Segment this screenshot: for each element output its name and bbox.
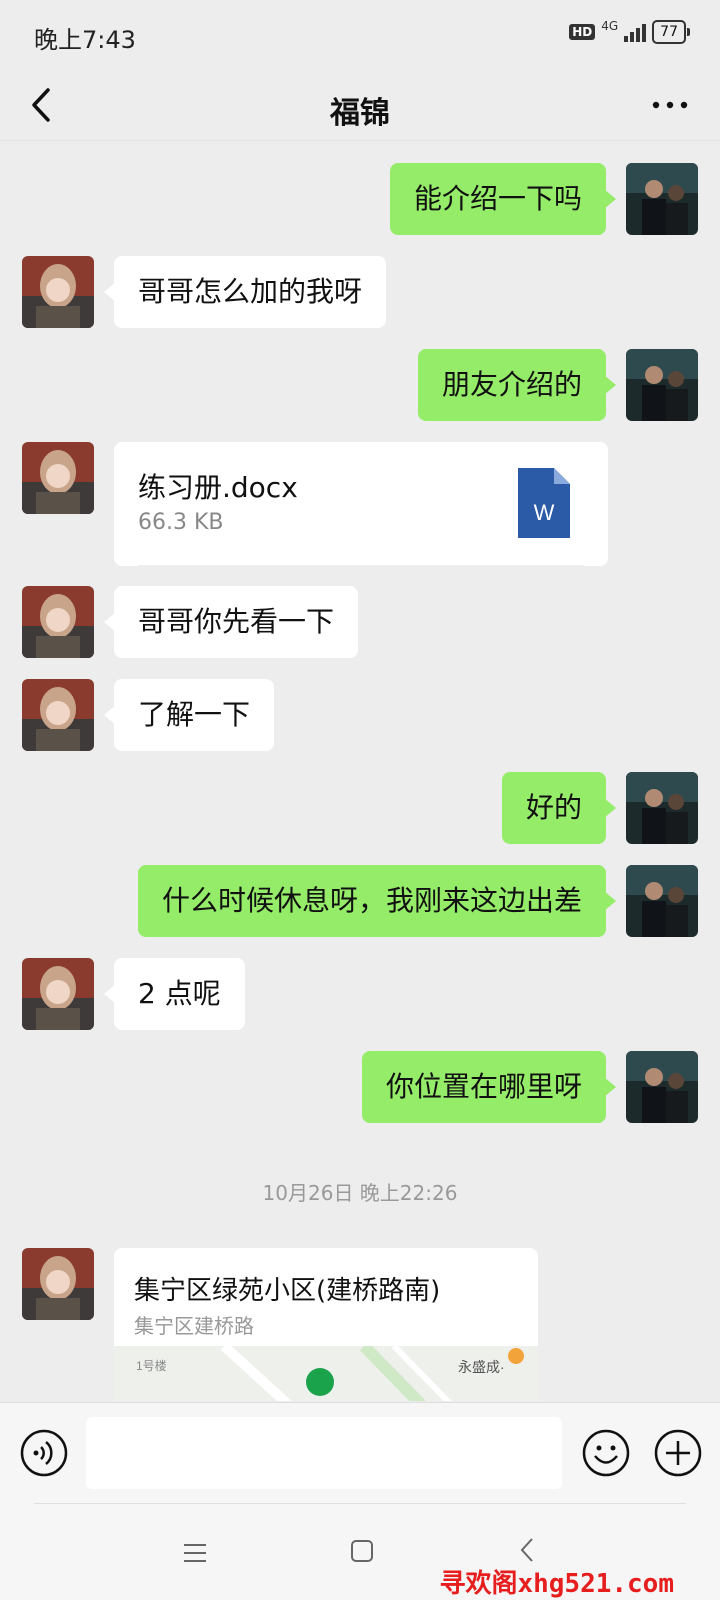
input-bar [0,1402,720,1503]
contact-avatar[interactable] [22,256,94,328]
location-address: 集宁区建桥路 [134,1314,254,1338]
contact-avatar[interactable] [22,586,94,658]
word-doc-icon: W [518,468,570,538]
message-timestamp: 10月26日 晚上22:26 [262,1181,458,1205]
svg-text:W: W [534,500,555,525]
location-map: 1号楼 永盛成· [114,1346,538,1401]
message-bubble[interactable]: 了解一下 [103,679,275,751]
message-row: 什么时候休息呀，我刚来这边出差 [0,865,720,937]
my-avatar[interactable] [626,772,698,844]
battery-level: 77 [660,24,678,40]
message-row: 哥哥你先看一下 [0,586,720,658]
home-square-icon[interactable] [350,1539,374,1563]
contact-avatar[interactable] [22,1248,94,1320]
message-bubble[interactable]: 能介绍一下吗 [389,163,617,235]
status-icons: HD 4G 77 [569,19,690,44]
message-input[interactable] [86,1417,562,1489]
battery-icon: 77 [652,20,690,44]
message-row: 能介绍一下吗 [0,163,720,235]
message-row: 你位置在哪里呀 [0,1051,720,1123]
message-row: 好的 [0,772,720,844]
message-bubble[interactable]: 哥哥怎么加的我呀 [103,256,387,328]
contact-avatar[interactable] [22,679,94,751]
chat-area[interactable]: 能介绍一下吗 哥哥怎么加的我呀 朋友介绍的 练习册.docx 66.3 KB W… [0,141,720,1401]
my-avatar[interactable] [626,163,698,235]
plus-circle-icon[interactable] [654,1429,702,1477]
signal-icon [624,22,647,42]
my-avatar[interactable] [626,349,698,421]
location-name: 集宁区绿苑小区(建桥路南) [134,1276,441,1306]
my-avatar[interactable] [626,1051,698,1123]
message-row: 2 点呢 [0,958,720,1030]
file-message[interactable]: 练习册.docx 66.3 KB W [114,442,608,566]
voice-icon[interactable] [20,1429,68,1477]
status-time: 晚上7:43 [34,26,136,54]
chat-header: 福锦 [0,70,720,141]
message-row: 集宁区绿苑小区(建桥路南) 集宁区建桥路 1号楼 永盛成· [0,1248,720,1401]
emoji-icon[interactable] [582,1429,630,1477]
map-label-2: 永盛成· [458,1359,505,1375]
message-bubble[interactable]: 2 点呢 [104,958,245,1030]
menu-icon[interactable] [182,1541,208,1565]
message-row: 练习册.docx 66.3 KB W [0,442,720,566]
file-name: 练习册.docx [138,471,298,504]
system-nav-bar: 寻欢阁xhg521.com [0,1503,720,1600]
network-label: 4G [601,19,619,33]
file-divider [138,565,584,566]
status-bar: 晚上7:43 HD 4G 77 [0,0,720,70]
my-avatar[interactable] [626,865,698,937]
message-bubble[interactable]: 好的 [501,772,617,844]
message-row: 朋友介绍的 [0,349,720,421]
more-dots-icon[interactable] [650,90,690,120]
message-bubble[interactable]: 什么时候休息呀，我刚来这边出差 [137,865,617,937]
message-row: 哥哥怎么加的我呀 [0,256,720,328]
hd-badge: HD [569,24,596,40]
back-triangle-icon[interactable] [518,1535,538,1565]
file-size: 66.3 KB [138,510,224,535]
contact-avatar[interactable] [22,958,94,1030]
nav-divider [34,1503,686,1504]
watermark-text: 寻欢阁xhg521.com [439,1569,674,1599]
contact-avatar[interactable] [22,442,94,514]
message-bubble[interactable]: 哥哥你先看一下 [103,586,359,658]
chat-title: 福锦 [330,96,390,131]
message-bubble[interactable]: 你位置在哪里呀 [361,1051,617,1123]
location-message[interactable]: 集宁区绿苑小区(建桥路南) 集宁区建桥路 1号楼 永盛成· [114,1248,538,1401]
message-bubble[interactable]: 朋友介绍的 [417,349,617,421]
map-label-1: 1号楼 [136,1358,167,1373]
message-row: 了解一下 [0,679,720,751]
